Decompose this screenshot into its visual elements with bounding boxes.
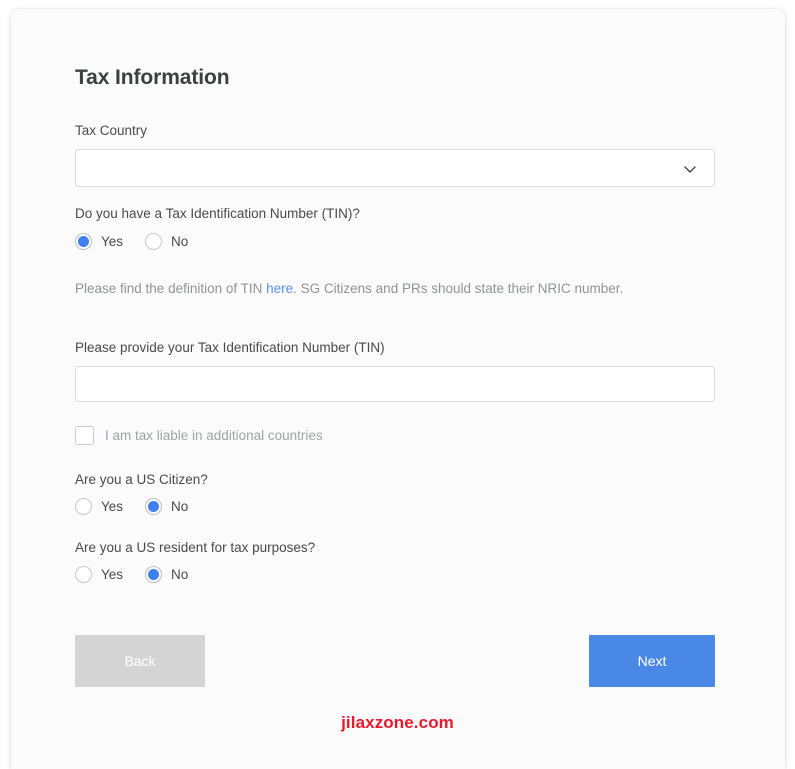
us-resident-question: Are you a US resident for tax purposes? <box>75 539 316 555</box>
tax-country-select-wrap <box>75 149 715 188</box>
watermark: jilaxzone.com <box>341 713 454 732</box>
has-tin-question-block: Do you have a Tax Identification Number … <box>75 205 720 250</box>
tin-help-after: . SG Citizens and PRs should state their… <box>293 280 624 296</box>
us-citizen-option-no[interactable]: No <box>145 497 189 515</box>
tax-information-card: Tax Information Tax Country Do you have … <box>11 9 785 769</box>
radio-icon-us-resident-yes[interactable] <box>75 566 92 584</box>
us-citizen-question-block: Are you a US Citizen? Yes No <box>75 471 720 515</box>
tax-country-field: Tax Country <box>75 122 720 188</box>
tin-number-field: Please provide your Tax Identification N… <box>75 339 720 402</box>
tax-country-select[interactable] <box>75 149 715 188</box>
us-citizen-no-label: No <box>171 498 189 514</box>
next-button[interactable]: Next <box>589 635 715 688</box>
tin-help-text: Please find the definition of TIN here. … <box>75 280 720 299</box>
us-resident-yes-label: Yes <box>101 567 124 583</box>
radio-icon-us-citizen-yes[interactable] <box>75 497 92 515</box>
has-tin-radio-group: Yes No <box>75 232 720 250</box>
us-resident-no-label: No <box>171 567 189 583</box>
us-citizen-option-yes[interactable]: Yes <box>75 497 124 515</box>
page-title: Tax Information <box>75 66 230 89</box>
us-resident-option-yes[interactable]: Yes <box>75 566 124 584</box>
form-actions: Back Next <box>75 635 715 688</box>
tin-definition-link[interactable]: here <box>266 281 293 296</box>
tin-number-input[interactable] <box>75 365 715 402</box>
tin-number-label: Please provide your Tax Identification N… <box>75 339 385 355</box>
radio-icon-us-resident-no[interactable] <box>145 566 163 584</box>
has-tin-option-yes[interactable]: Yes <box>75 232 124 250</box>
us-citizen-yes-label: Yes <box>101 498 124 514</box>
radio-icon-has-tin-no[interactable] <box>145 232 163 250</box>
has-tin-no-label: No <box>171 233 189 249</box>
additional-countries-checkbox-row[interactable]: I am tax liable in additional countries <box>75 425 720 445</box>
us-citizen-question: Are you a US Citizen? <box>75 471 208 487</box>
form-container: Tax Information Tax Country Do you have … <box>75 65 720 688</box>
us-resident-option-no[interactable]: No <box>145 566 189 584</box>
additional-countries-label: I am tax liable in additional countries <box>105 427 323 443</box>
checkbox-icon-additional-countries[interactable] <box>75 425 94 445</box>
radio-icon-us-citizen-no[interactable] <box>145 497 163 515</box>
radio-icon-has-tin-yes[interactable] <box>75 232 92 250</box>
has-tin-question: Do you have a Tax Identification Number … <box>75 206 360 222</box>
us-resident-radio-group: Yes No <box>75 566 720 584</box>
us-resident-question-block: Are you a US resident for tax purposes? … <box>75 539 720 584</box>
page-root: Tax Information Tax Country Do you have … <box>0 0 795 769</box>
tax-country-label: Tax Country <box>75 123 148 139</box>
has-tin-option-no[interactable]: No <box>145 232 189 250</box>
us-citizen-radio-group: Yes No <box>75 497 720 515</box>
has-tin-yes-label: Yes <box>101 233 124 249</box>
back-button[interactable]: Back <box>75 635 205 688</box>
tin-help-before: Please find the definition of TIN <box>75 280 267 296</box>
